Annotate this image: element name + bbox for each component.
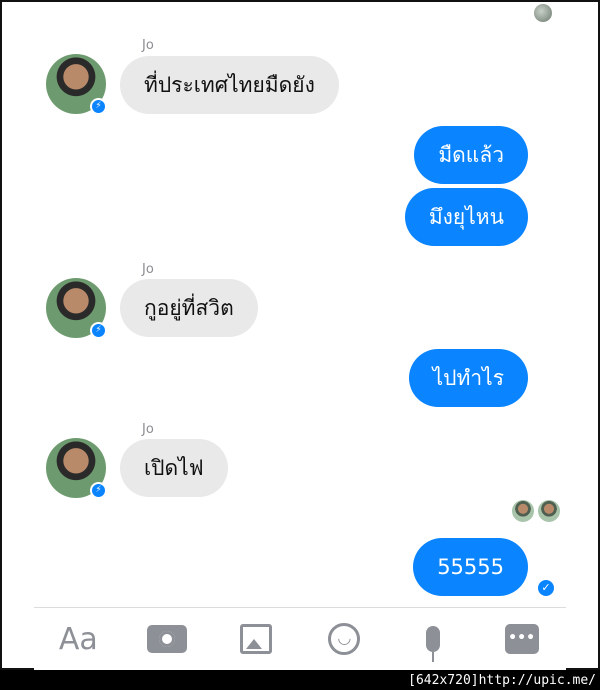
microphone-icon [425,626,440,662]
messenger-badge-icon: ⚡ [90,482,107,499]
camera-icon [146,625,187,653]
read-receipts [512,500,560,522]
seen-avatar-icon [512,500,534,522]
image-icon [239,624,272,654]
contact-avatar[interactable]: ⚡ [46,54,107,115]
messenger-badge-icon: ⚡ [90,322,107,339]
screenshot-frame: Jo ⚡ ที่ประเทศไทยมืดยัง มืดแล้ว มึงยุไหน… [0,0,600,670]
contact-avatar[interactable]: ⚡ [46,438,107,499]
messenger-badge-icon: ⚡ [90,98,107,115]
gallery-button[interactable] [231,619,281,659]
seen-avatar-icon [538,500,560,522]
sender-name: Jo [142,262,154,277]
incoming-message-bubble[interactable]: เปิดไฟ [120,439,228,497]
outgoing-message-bubble[interactable]: ไปทำไร [408,349,528,407]
incoming-message-bubble[interactable]: กูอยู่ที่สวิต [120,279,258,337]
outgoing-message-bubble[interactable]: มึงยุไหน [404,188,528,246]
emoji-button[interactable]: ◡ [319,619,369,659]
emoji-icon: ◡ [328,623,361,655]
sender-name: Jo [142,38,154,53]
voice-button[interactable] [408,619,458,662]
chat-screen: Jo ⚡ ที่ประเทศไทยมืดยัง มืดแล้ว มึงยุไหน… [34,2,566,670]
text-input-button[interactable]: Aa [53,619,103,659]
outgoing-message-bubble[interactable]: 55555 [413,538,528,596]
watermark: [642x720]http://upic.me/ [408,673,596,688]
more-icon: ••• [504,624,539,654]
incoming-message-bubble[interactable]: ที่ประเทศไทยมืดยัง [120,56,339,114]
sender-name: Jo [142,422,154,437]
contact-avatar[interactable]: ⚡ [46,278,107,339]
delivered-check-icon: ✓ [538,580,554,596]
composer-toolbar: Aa ◡ ••• [34,607,566,670]
seen-avatar-icon [534,4,552,22]
more-button[interactable]: ••• [497,619,547,659]
camera-button[interactable] [142,619,192,659]
outgoing-message-bubble[interactable]: มืดแล้ว [414,126,528,184]
